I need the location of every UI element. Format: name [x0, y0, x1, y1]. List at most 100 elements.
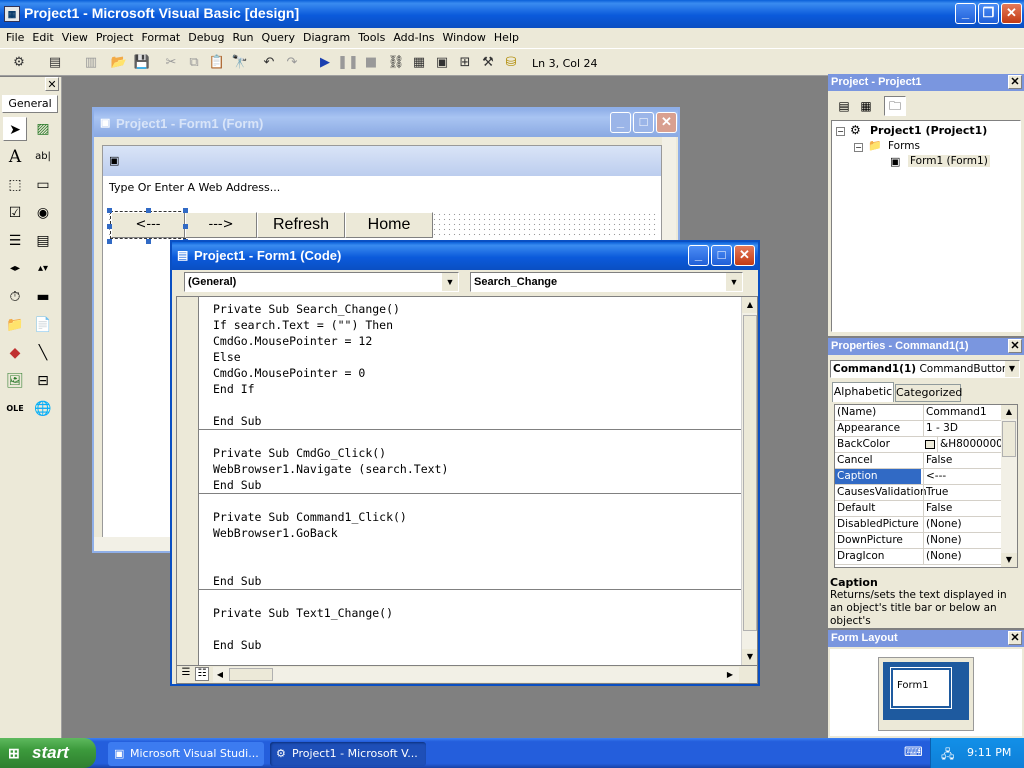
- scroll-down-icon[interactable]: ▼: [1001, 553, 1017, 567]
- refresh-button[interactable]: Refresh: [257, 212, 345, 238]
- property-row[interactable]: Default False: [835, 501, 1001, 517]
- property-value[interactable]: False: [923, 453, 1003, 468]
- tree-forms-folder[interactable]: Forms: [888, 140, 920, 152]
- open-project-icon[interactable]: 📂: [108, 52, 130, 74]
- code-editor[interactable]: Private Sub Search_Change() If search.Te…: [176, 296, 758, 684]
- property-row[interactable]: DragIcon (None): [835, 549, 1001, 565]
- add-project-icon[interactable]: ⚙: [8, 52, 30, 74]
- copy-icon[interactable]: ⧉: [183, 52, 205, 74]
- scroll-down-icon[interactable]: ▼: [742, 649, 757, 665]
- property-row[interactable]: DisabledPicture (None): [835, 517, 1001, 533]
- tree-project-root[interactable]: Project1 (Project1): [870, 124, 987, 137]
- web-address-textbox[interactable]: Type Or Enter A Web Address...: [107, 178, 659, 208]
- menu-window[interactable]: Window: [439, 29, 490, 47]
- code-window-title-bar[interactable]: ▤ Project1 - Form1 (Code) _ □ ✕: [172, 242, 758, 270]
- menu-run[interactable]: Run: [228, 29, 257, 47]
- selection-handle[interactable]: [107, 224, 112, 229]
- property-row[interactable]: CausesValidation True: [835, 485, 1001, 501]
- menu-debug[interactable]: Debug: [184, 29, 228, 47]
- scroll-thumb[interactable]: [1002, 421, 1016, 457]
- property-row[interactable]: Caption <---: [835, 469, 1001, 485]
- pointer-tool-icon[interactable]: ➤: [3, 117, 27, 141]
- ole-tool-icon[interactable]: OLE: [3, 397, 27, 421]
- shape-tool-icon[interactable]: ◆: [3, 341, 27, 365]
- property-row[interactable]: DownPicture (None): [835, 533, 1001, 549]
- properties-close-icon[interactable]: ✕: [1008, 339, 1022, 353]
- taskbar-item-visual-studio[interactable]: ▣ Microsoft Visual Studi...: [108, 742, 264, 766]
- code-hscroll[interactable]: ◀ ▶: [213, 667, 739, 682]
- selection-handle[interactable]: [146, 239, 151, 244]
- undo-icon[interactable]: ↶: [258, 52, 280, 74]
- menu-query[interactable]: Query: [258, 29, 299, 47]
- toolbox-tab-general[interactable]: General: [2, 95, 58, 113]
- object-selector[interactable]: Command1(1) CommandButton ▼: [830, 360, 1020, 378]
- menu-add-ins[interactable]: Add-Ins: [389, 29, 438, 47]
- combobox-tool-icon[interactable]: ☰: [3, 229, 27, 253]
- form-window-title-bar[interactable]: ▣ Project1 - Form1 (Form) _ □ ✕: [94, 109, 678, 137]
- selection-handle[interactable]: [107, 208, 112, 213]
- code-window[interactable]: ▤ Project1 - Form1 (Code) _ □ ✕ (General…: [170, 240, 760, 686]
- property-row[interactable]: (Name) Command1: [835, 405, 1001, 421]
- scroll-up-icon[interactable]: ▲: [1001, 405, 1017, 419]
- tree-form1-item[interactable]: Form1 (Form1): [908, 155, 990, 167]
- property-value[interactable]: <---: [923, 469, 1003, 484]
- property-value[interactable]: (None): [923, 533, 1003, 548]
- properties-window-icon[interactable]: ▦: [408, 52, 430, 74]
- vscrollbar-tool-icon[interactable]: ▴▾: [31, 257, 55, 281]
- scroll-up-icon[interactable]: ▲: [742, 297, 757, 313]
- home-button[interactable]: Home: [345, 212, 433, 238]
- data-tool-icon[interactable]: ⊟: [31, 369, 55, 393]
- chevron-down-icon[interactable]: ▼: [726, 273, 742, 291]
- property-value[interactable]: False: [923, 501, 1003, 516]
- label-tool-icon[interactable]: A: [3, 145, 27, 169]
- save-project-icon[interactable]: 💾: [131, 52, 153, 74]
- form-close-button[interactable]: ✕: [656, 112, 677, 133]
- network-icon[interactable]: 🖧: [941, 745, 954, 766]
- tab-alphabetic[interactable]: Alphabetic: [832, 382, 894, 402]
- dirlistbox-tool-icon[interactable]: 📁: [3, 313, 27, 337]
- checkbox-tool-icon[interactable]: ☑: [3, 201, 27, 225]
- image-tool-icon[interactable]: 🖼: [3, 369, 27, 393]
- collapse-icon[interactable]: −: [836, 127, 845, 136]
- property-value[interactable]: (None): [923, 517, 1003, 532]
- project-close-icon[interactable]: ✕: [1008, 75, 1022, 89]
- property-value[interactable]: True: [923, 485, 1003, 500]
- form-layout-close-icon[interactable]: ✕: [1008, 631, 1022, 645]
- property-row[interactable]: Appearance 1 - 3D: [835, 421, 1001, 437]
- view-object-icon[interactable]: ▦: [856, 96, 876, 116]
- toolbox-icon[interactable]: ⚒: [477, 52, 499, 74]
- property-value[interactable]: 1 - 3D: [923, 421, 1003, 436]
- menu-help[interactable]: Help: [490, 29, 523, 47]
- tab-categorized[interactable]: Categorized: [895, 384, 962, 402]
- back-button[interactable]: <---: [110, 211, 186, 239]
- add-form-icon[interactable]: ▤: [44, 52, 66, 74]
- scroll-right-icon[interactable]: ▶: [723, 667, 737, 682]
- menu-diagram[interactable]: Diagram: [299, 29, 354, 47]
- scroll-thumb[interactable]: [229, 668, 273, 681]
- scroll-thumb[interactable]: [743, 315, 757, 631]
- start-button[interactable]: ⊞ start: [0, 738, 96, 768]
- listbox-tool-icon[interactable]: ▤: [31, 229, 55, 253]
- picturebox-tool-icon[interactable]: ▨: [31, 117, 55, 141]
- selection-handle[interactable]: [183, 208, 188, 213]
- code-close-button[interactable]: ✕: [734, 245, 755, 266]
- forward-button[interactable]: --->: [185, 212, 257, 238]
- toggle-folders-icon[interactable]: 🗀: [884, 96, 906, 116]
- data-view-icon[interactable]: ⛁: [500, 52, 522, 74]
- filelistbox-tool-icon[interactable]: 📄: [31, 313, 55, 337]
- toolbox-close-icon[interactable]: ✕: [45, 77, 59, 91]
- webbrowser-tool-icon[interactable]: 🌐: [31, 397, 55, 421]
- code-minimize-button[interactable]: _: [688, 245, 709, 266]
- optionbutton-tool-icon[interactable]: ◉: [31, 201, 55, 225]
- code-maximize-button[interactable]: □: [711, 245, 732, 266]
- frame-tool-icon[interactable]: ⬚: [3, 173, 27, 197]
- form-minimize-button[interactable]: _: [610, 112, 631, 133]
- object-combo[interactable]: (General) ▼: [184, 272, 459, 292]
- menu-edit[interactable]: Edit: [28, 29, 57, 47]
- commandbutton-tool-icon[interactable]: ▭: [31, 173, 55, 197]
- procedure-view-icon[interactable]: ☰: [179, 667, 193, 681]
- project-explorer-icon[interactable]: ⛓: [385, 52, 407, 74]
- menu-format[interactable]: Format: [137, 29, 184, 47]
- break-icon[interactable]: ❚❚: [337, 52, 359, 74]
- collapse-icon[interactable]: −: [854, 143, 863, 152]
